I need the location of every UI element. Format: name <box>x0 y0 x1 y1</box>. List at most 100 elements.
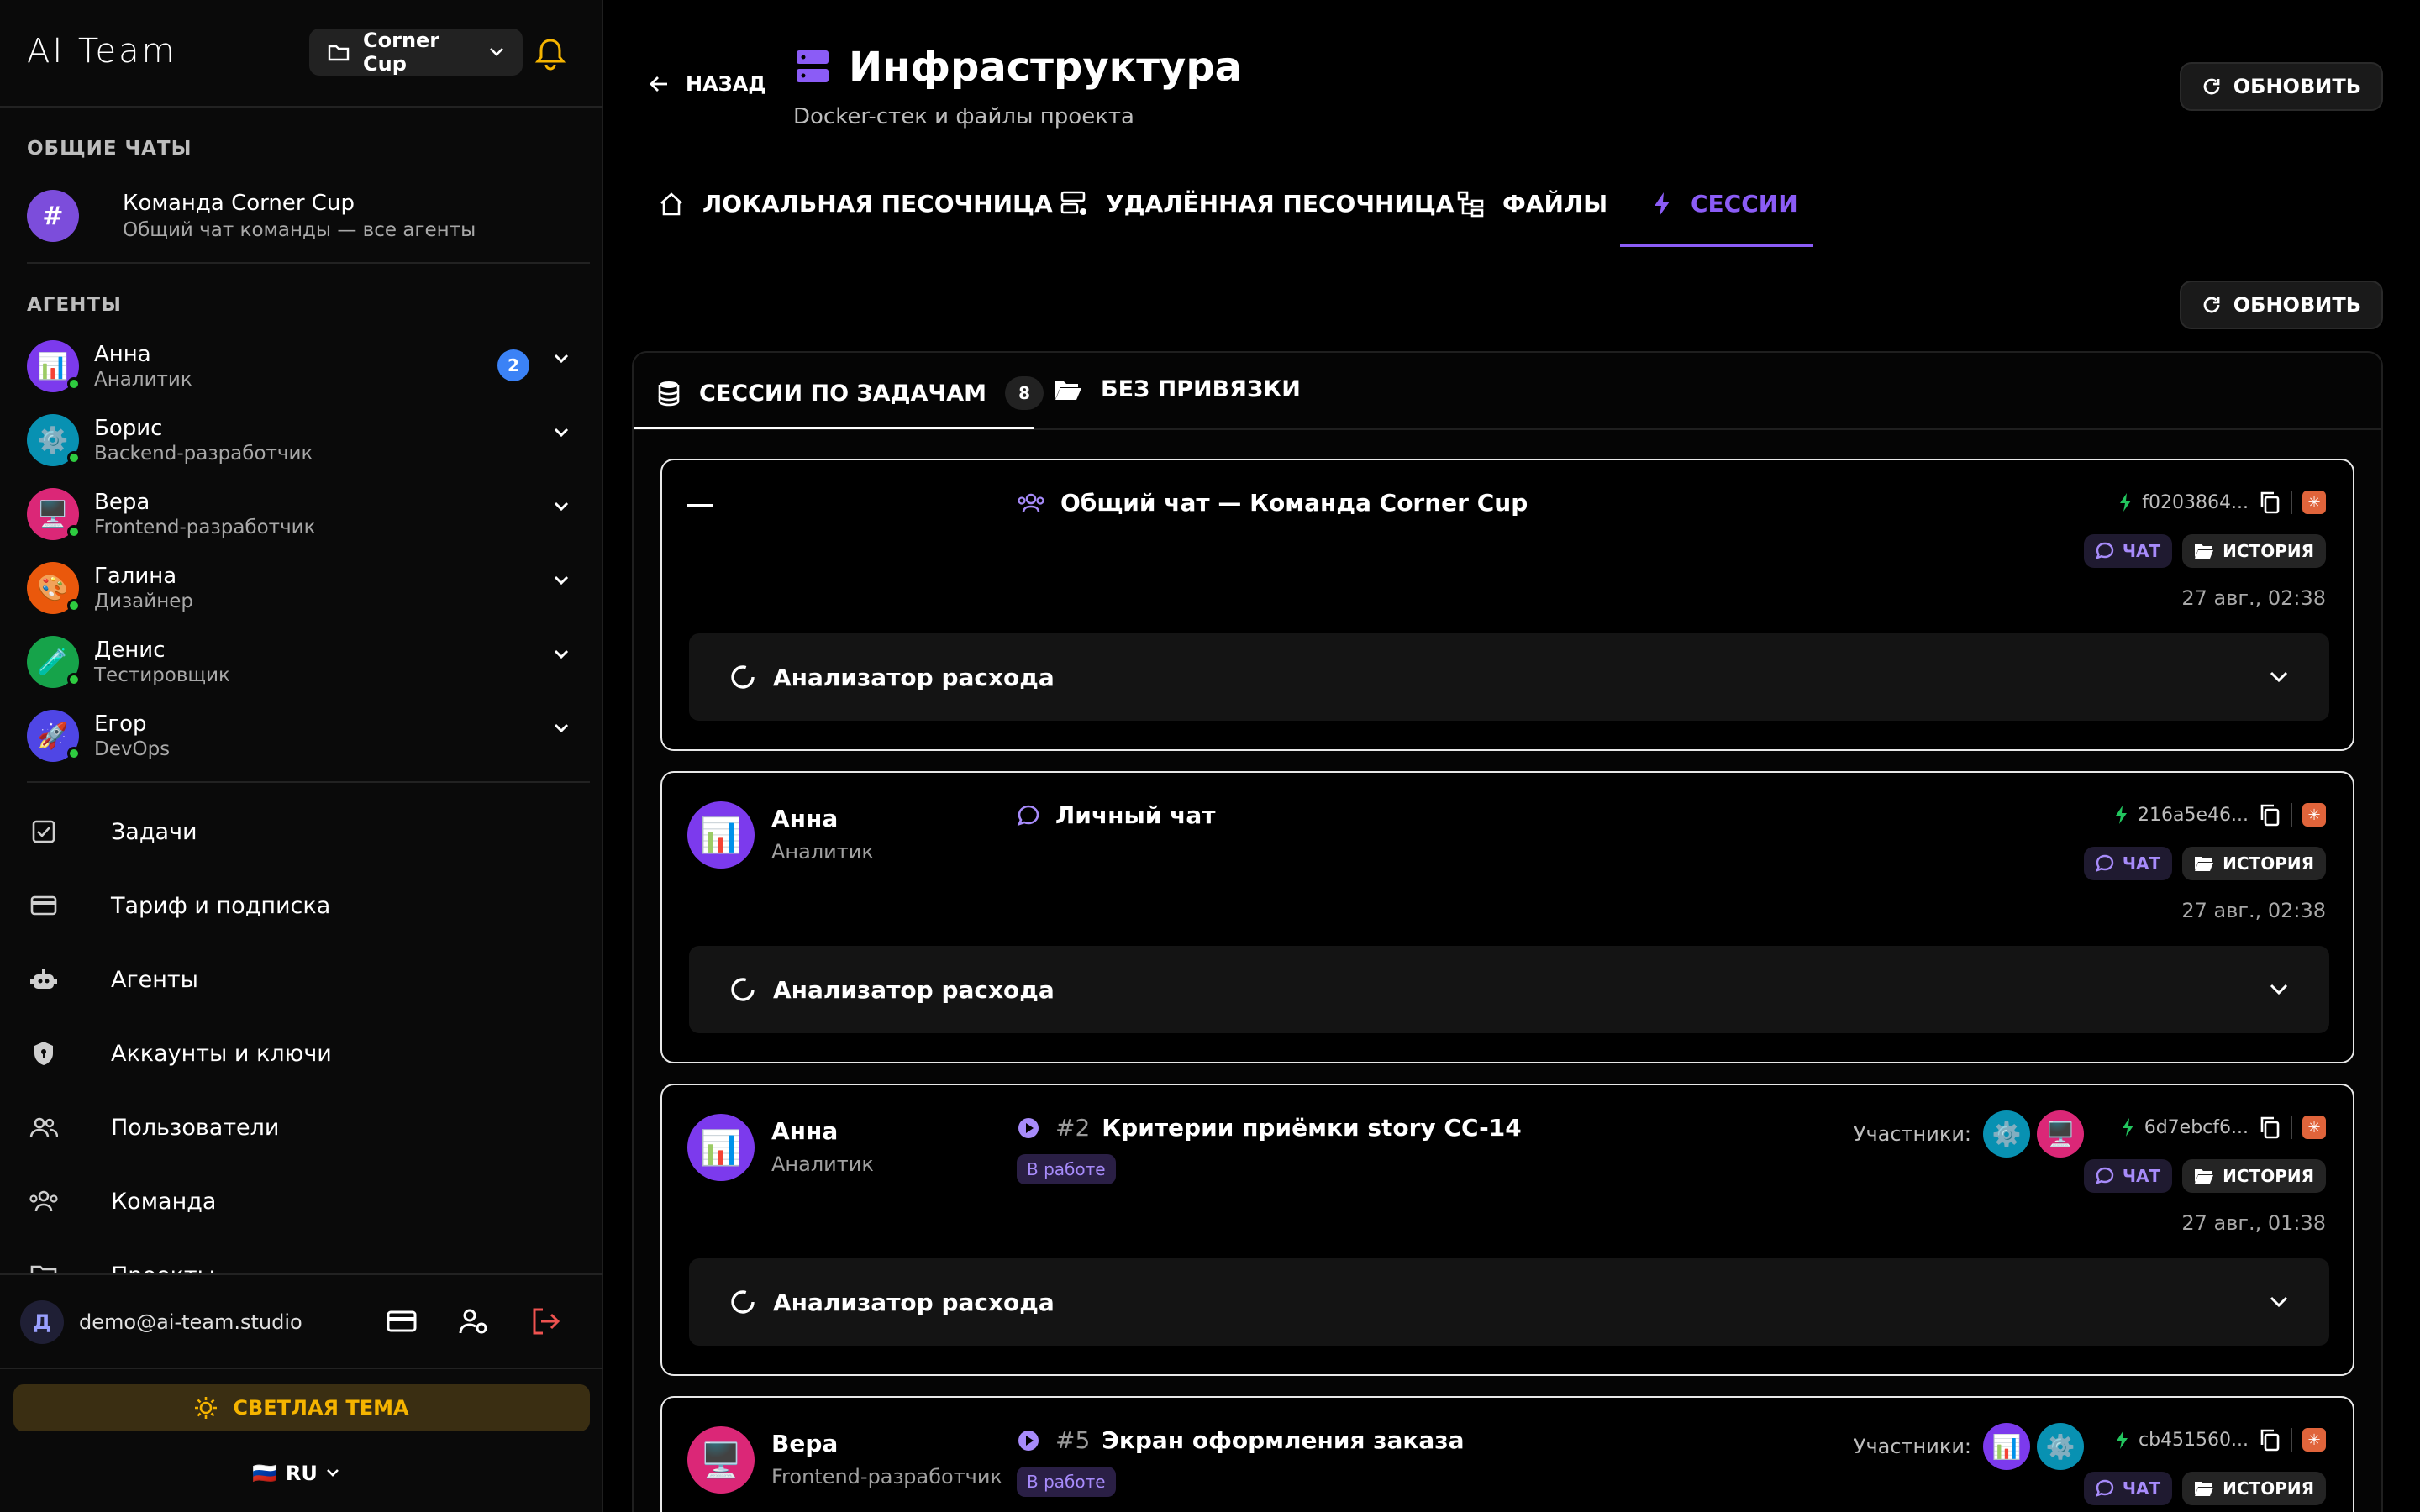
bolt-icon <box>1652 191 1672 218</box>
subtab-by-task[interactable]: СЕССИИ ПО ЗАДАЧАМ 8 <box>657 376 1044 410</box>
chat-button[interactable]: ЧАТ <box>2083 534 2173 568</box>
sun-icon <box>194 1396 218 1420</box>
bolt-icon <box>2114 805 2128 825</box>
agent-item-boris[interactable]: ⚙️ Борис Backend-разработчик <box>27 407 581 474</box>
history-button[interactable]: ИСТОРИЯ <box>2182 1159 2326 1193</box>
avatar: 🚀 <box>27 710 81 762</box>
agent-item-denis[interactable]: 🧪 Денис Тестировщик <box>27 628 581 696</box>
nav-item-billing[interactable]: Тариф и подписка <box>27 880 330 931</box>
light-theme-button[interactable]: СВЕТЛАЯ ТЕМА <box>13 1384 590 1431</box>
chat-button[interactable]: ЧАТ <box>2083 847 2173 880</box>
agents-title: АГЕНТЫ <box>27 294 122 316</box>
tab-local-sandbox[interactable]: ЛОКАЛЬНАЯ ПЕСОЧНИЦА <box>659 190 1053 218</box>
shield-icon <box>27 1040 60 1067</box>
tab-files[interactable]: ФАЙЛЫ <box>1457 190 1607 218</box>
agent-role: Аналитик <box>771 840 874 864</box>
tab-sessions[interactable]: СЕССИИ <box>1652 190 1798 218</box>
nav-item-team[interactable]: Команда <box>27 1176 216 1226</box>
chevron-down-icon[interactable] <box>553 501 570 512</box>
refresh-button-sessions[interactable]: ОБНОВИТЬ <box>2179 281 2383 329</box>
claude-icon: ✳ <box>2302 1116 2326 1139</box>
chevron-down-icon[interactable] <box>553 648 570 660</box>
usage-analyzer[interactable]: Анализатор расхода <box>689 946 2329 1033</box>
history-button[interactable]: ИСТОРИЯ <box>2182 534 2326 568</box>
agent-role: Backend-разработчик <box>94 443 313 465</box>
session-title[interactable]: #2 Критерии приёмки story CC-14 <box>1017 1114 1522 1142</box>
copy-icon[interactable] <box>2259 1428 2281 1452</box>
participants-label: Участники: <box>1853 1435 1971 1458</box>
user-settings-icon[interactable] <box>459 1307 489 1336</box>
session-id-text: f0203864... <box>2142 491 2249 513</box>
chevron-down-icon[interactable] <box>553 353 570 365</box>
language-select[interactable]: 🇷🇺 RU <box>252 1462 339 1485</box>
chat-button[interactable]: ЧАТ <box>2083 1159 2173 1193</box>
agent-role: Дизайнер <box>94 591 193 612</box>
divider <box>0 1273 603 1275</box>
team-chat-item[interactable]: # Команда Corner Cup Общий чат команды —… <box>27 186 581 245</box>
session-id-text: cb451560... <box>2138 1429 2249 1451</box>
refresh-button-top[interactable]: ОБНОВИТЬ <box>2179 62 2383 111</box>
chat-bubble-icon <box>1017 804 1040 827</box>
history-button[interactable]: ИСТОРИЯ <box>2182 847 2326 880</box>
logout-icon[interactable] <box>531 1307 561 1336</box>
agent-item-galina[interactable]: 🎨 Галина Дизайнер <box>27 554 581 622</box>
nav-item-accounts[interactable]: Аккаунты и ключи <box>27 1028 332 1079</box>
refresh-label: ОБНОВИТЬ <box>2233 293 2361 317</box>
credit-card-icon[interactable] <box>387 1309 417 1334</box>
session-title[interactable]: #5 Экран оформления заказа <box>1017 1426 1464 1454</box>
session-card: 📊 Анна Аналитик #2 Критерии приёмки stor… <box>660 1084 2354 1376</box>
project-select[interactable]: Corner Cup <box>309 29 523 76</box>
online-dot <box>67 525 81 538</box>
tab-remote-sandbox[interactable]: УДАЛЁННАЯ ПЕСОЧНИЦА <box>1060 190 1454 218</box>
session-card: Общий чат — Команда Corner Cup f0203864.… <box>660 459 2354 751</box>
avatar: ⚙️ <box>2037 1423 2084 1470</box>
usage-analyzer[interactable]: Анализатор расхода <box>689 1258 2329 1346</box>
online-dot <box>67 377 81 391</box>
chevron-down-icon[interactable] <box>553 427 570 438</box>
session-title[interactable]: Общий чат — Команда Corner Cup <box>1017 489 1528 517</box>
session-id-text: 216a5e46... <box>2138 804 2249 826</box>
nav-label: Задачи <box>111 818 197 845</box>
agent-item-egor[interactable]: 🚀 Егор DevOps <box>27 702 581 769</box>
analyzer-label: Анализатор расхода <box>773 975 1055 1004</box>
folder-open-icon <box>2194 543 2214 559</box>
agent-name: Егор <box>94 711 147 737</box>
status-badge: В работе <box>1017 1154 1116 1184</box>
chevron-down-icon[interactable] <box>553 722 570 734</box>
divider <box>27 262 590 264</box>
nav-label: Агенты <box>111 966 198 993</box>
nav-item-agents[interactable]: Агенты <box>27 954 198 1005</box>
copy-icon[interactable] <box>2259 1116 2281 1139</box>
session-title[interactable]: Личный чат <box>1017 801 1215 829</box>
copy-icon[interactable] <box>2259 803 2281 827</box>
avatar: 🎨 <box>27 562 81 614</box>
refresh-label: ОБНОВИТЬ <box>2233 75 2361 98</box>
usage-analyzer[interactable]: Анализатор расхода <box>689 633 2329 721</box>
history-button[interactable]: ИСТОРИЯ <box>2182 1472 2326 1505</box>
active-tab-indicator <box>1620 244 1813 247</box>
users-icon <box>27 1116 60 1139</box>
task-number: #2 <box>1055 1114 1091 1142</box>
online-dot <box>67 673 81 686</box>
bell-icon[interactable] <box>534 37 566 71</box>
bolt-icon <box>2118 492 2132 512</box>
chat-button[interactable]: ЧАТ <box>2083 1472 2173 1505</box>
back-button[interactable]: НАЗАД <box>649 72 766 96</box>
nav-item-users[interactable]: Пользователи <box>27 1102 279 1152</box>
session-title-text: Экран оформления заказа <box>1102 1426 1465 1454</box>
tab-label: ФАЙЛЫ <box>1502 190 1608 218</box>
unread-badge: 2 <box>497 349 529 381</box>
agent-item-anna[interactable]: 📊 Анна Аналитик 2 <box>27 333 581 400</box>
subtab-unbound[interactable]: БЕЗ ПРИВЯЗКИ <box>1054 376 1301 402</box>
page-title: Инфраструктура <box>795 44 1242 91</box>
agent-item-vera[interactable]: 🖥️ Вера Frontend-разработчик <box>27 480 581 548</box>
main-content: НАЗАД Инфраструктура Docker-стек и файлы… <box>605 0 2420 1512</box>
nav-item-projects[interactable]: Проекты <box>27 1250 215 1273</box>
session-actions: ЧАТ ИСТОРИЯ <box>2083 847 2326 880</box>
nav-item-tasks[interactable]: Задачи <box>27 806 197 857</box>
session-id: cb451560... ✳ <box>2115 1428 2326 1452</box>
chat-bubble-icon <box>2095 854 2114 873</box>
chevron-down-icon[interactable] <box>553 575 570 586</box>
user-email: demo@ai-team.studio <box>79 1310 302 1334</box>
copy-icon[interactable] <box>2259 491 2281 514</box>
